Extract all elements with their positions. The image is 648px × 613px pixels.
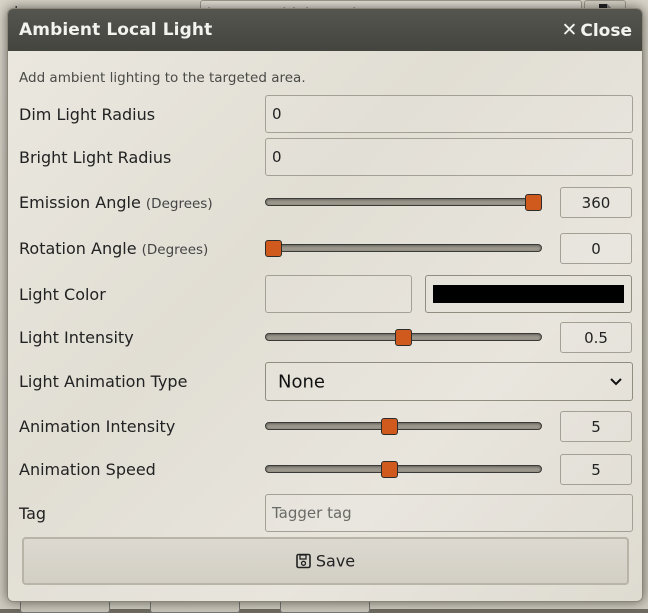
bright-light-radius-input[interactable]: 0 xyxy=(265,138,633,176)
dialog-titlebar[interactable]: Ambient Local Light ✕ Close xyxy=(8,9,642,51)
animation-speed-slider-handle[interactable] xyxy=(380,461,398,478)
rotation-angle-label: Rotation Angle (Degrees) xyxy=(19,239,209,258)
tag-input[interactable]: Tagger tag xyxy=(265,494,633,532)
animation-intensity-slider-handle[interactable] xyxy=(380,418,398,435)
save-icon xyxy=(296,553,311,569)
dim-light-radius-label: Dim Light Radius xyxy=(19,105,156,124)
light-color-text-input[interactable] xyxy=(265,275,412,313)
animation-intensity-label: Animation Intensity xyxy=(19,417,176,436)
emission-angle-label: Emission Angle (Degrees) xyxy=(19,193,213,212)
light-intensity-slider-handle[interactable] xyxy=(395,329,412,346)
emission-angle-value[interactable]: 360 xyxy=(560,187,632,218)
animation-speed-value[interactable]: 5 xyxy=(560,454,632,485)
bright-light-radius-label: Bright Light Radius xyxy=(19,148,172,167)
animation-speed-label: Animation Speed xyxy=(19,460,156,479)
light-animation-type-select[interactable]: None xyxy=(265,362,633,401)
save-button[interactable]: Save xyxy=(22,537,629,585)
light-intensity-value[interactable]: 0.5 xyxy=(560,322,632,353)
light-color-label: Light Color xyxy=(19,285,106,304)
animation-intensity-value[interactable]: 5 xyxy=(560,411,632,442)
rotation-angle-value[interactable]: 0 xyxy=(560,233,632,264)
animation-speed-slider[interactable] xyxy=(265,465,542,473)
light-animation-type-label: Light Animation Type xyxy=(19,372,188,391)
animation-intensity-slider[interactable] xyxy=(265,422,542,430)
light-color-swatch xyxy=(433,285,624,303)
close-button[interactable]: ✕ Close xyxy=(561,19,632,41)
light-color-picker[interactable] xyxy=(425,275,632,313)
rotation-angle-slider[interactable] xyxy=(265,244,542,252)
emission-angle-slider-handle[interactable] xyxy=(525,194,542,211)
tag-label: Tag xyxy=(19,504,47,523)
light-intensity-label: Light Intensity xyxy=(19,328,134,347)
ambient-light-dialog: Ambient Local Light ✕ Close Add ambient l… xyxy=(7,8,643,602)
dim-light-radius-input[interactable]: 0 xyxy=(265,95,633,133)
dialog-hint: Add ambient lighting to the targeted are… xyxy=(19,70,306,86)
close-icon: ✕ xyxy=(561,19,578,41)
emission-angle-slider[interactable] xyxy=(265,198,542,206)
dialog-title: Ambient Local Light xyxy=(19,20,213,40)
rotation-angle-slider-handle[interactable] xyxy=(265,240,282,257)
chevron-down-icon xyxy=(610,378,622,386)
